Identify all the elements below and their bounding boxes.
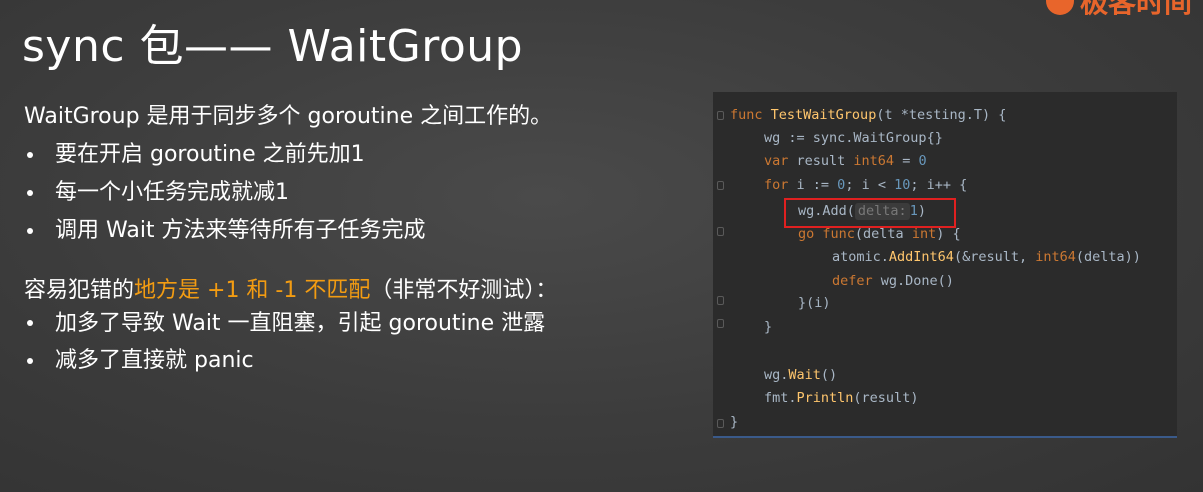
editor-gutter bbox=[713, 92, 727, 436]
error-intro-suffix: （非常不好测试）： bbox=[370, 278, 558, 303]
code-line: defer wg.Done() bbox=[832, 273, 954, 289]
fold-icon bbox=[717, 419, 724, 428]
bullet-item: 调用 Wait 方法来等待所有子任务完成 bbox=[24, 212, 584, 250]
fold-icon bbox=[717, 111, 724, 120]
bullet-item: 减多了直接就 panic bbox=[24, 342, 584, 380]
code-line: atomic.AddInt64(&result, int64(delta)) bbox=[832, 249, 1141, 265]
error-intro: 容易犯错的地方是 +1 和 -1 不匹配（非常不好测试）： bbox=[24, 276, 584, 305]
code-line: } bbox=[730, 414, 739, 430]
code-line: fmt.Println(result) bbox=[764, 390, 919, 406]
logo-text: 极客时间 bbox=[1080, 0, 1193, 19]
bullet-item: 每一个小任务完成就减1 bbox=[24, 174, 584, 212]
logo-icon bbox=[1046, 0, 1074, 15]
code-line: wg := sync.WaitGroup{} bbox=[764, 130, 943, 146]
code-screenshot: func TestWaitGroup(t *testing.T) { wg :=… bbox=[713, 92, 1177, 438]
bullet-item: 要在开启 goroutine 之前先加1 bbox=[24, 136, 584, 174]
brand-logo: 极客时间 bbox=[1046, 0, 1192, 19]
fold-icon bbox=[717, 319, 724, 328]
code-line: for i := 0; i < 10; i++ { bbox=[764, 177, 968, 193]
fold-icon bbox=[717, 181, 724, 190]
error-intro-highlight: 地方是 +1 和 -1 不匹配 bbox=[134, 278, 371, 303]
code-line: func TestWaitGroup(t *testing.T) { bbox=[730, 107, 1007, 123]
slide-title: sync 包—— WaitGroup bbox=[22, 21, 524, 72]
bullet-item: 加多了导致 Wait 一直阻塞，引起 goroutine 泄露 bbox=[24, 305, 584, 342]
code-line: } bbox=[764, 319, 773, 335]
fold-icon bbox=[717, 227, 724, 236]
error-intro-prefix: 容易犯错的 bbox=[24, 278, 135, 303]
intro-text: WaitGroup 是用于同步多个 goroutine 之间工作的。 bbox=[24, 104, 553, 129]
fold-icon bbox=[717, 296, 724, 305]
code-line: go func(delta int) { bbox=[798, 226, 961, 242]
code-line: }(i) bbox=[798, 295, 831, 311]
code-line: var result int64 = 0 bbox=[764, 153, 927, 169]
slide-body: WaitGroup 是用于同步多个 goroutine 之间工作的。 要在开启 … bbox=[24, 98, 584, 380]
code-line: wg.Wait() bbox=[764, 367, 838, 383]
